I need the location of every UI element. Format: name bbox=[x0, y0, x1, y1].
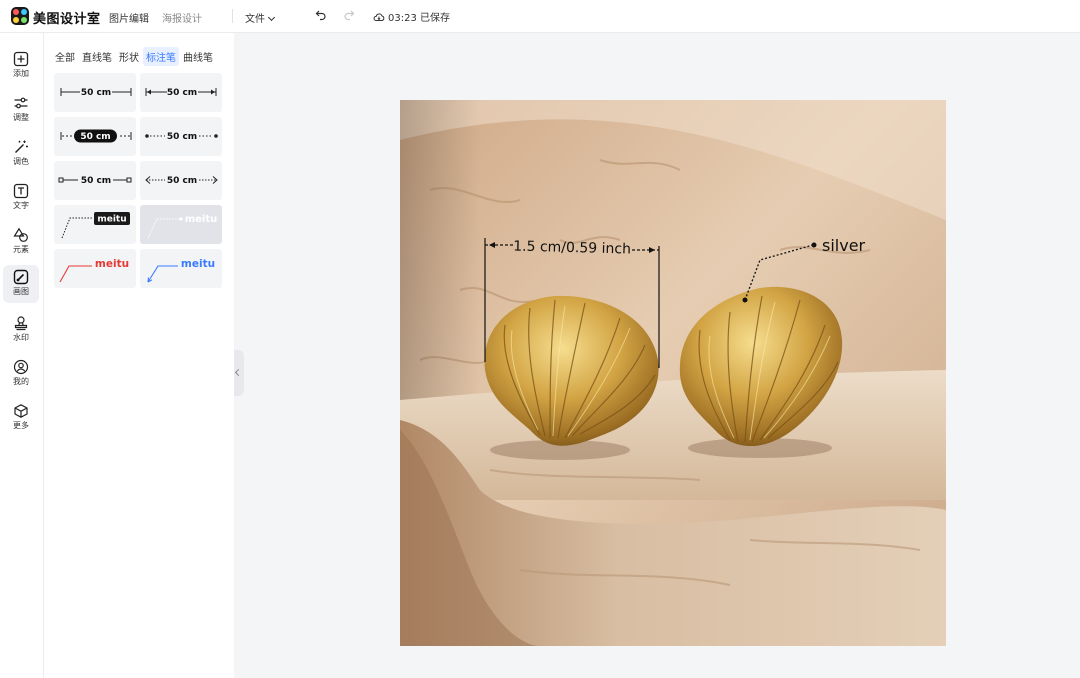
dimension-label: 50 cm bbox=[81, 88, 111, 98]
rail-item-watermark[interactable]: 水印 bbox=[3, 311, 39, 349]
tab-poster-design[interactable]: 海报设计 bbox=[162, 10, 202, 25]
save-status: 03:23 已保存 bbox=[373, 9, 450, 24]
rail-item-more[interactable]: 更多 bbox=[3, 399, 39, 437]
annotation-style-open-arrows[interactable]: 50 cm bbox=[140, 161, 222, 200]
tab-annotation-pen[interactable]: 标注笔 bbox=[143, 47, 179, 66]
material-label: silver bbox=[822, 236, 866, 255]
tab-shape[interactable]: 形状 bbox=[116, 47, 142, 66]
rail-item-label: 文字 bbox=[13, 201, 29, 210]
annotation-style-pill-label[interactable]: 50 cm bbox=[54, 117, 136, 156]
brush-icon bbox=[13, 269, 29, 285]
cloud-icon bbox=[373, 12, 385, 21]
tool-panel: 全部 直线笔 形状 标注笔 曲线笔 50 cm 50 cm 50 cm 50 c… bbox=[44, 33, 234, 678]
rail-item-label: 调色 bbox=[13, 157, 29, 166]
rail-item-label: 水印 bbox=[13, 333, 29, 342]
measure-label: 1.5 cm/0.59 inch bbox=[513, 238, 631, 257]
annotation-style-square-ends[interactable]: 50 cm bbox=[54, 161, 136, 200]
design-artboard[interactable]: 1.5 cm/0.59 inch silver bbox=[400, 100, 946, 646]
rail-item-label: 画图 bbox=[13, 287, 29, 296]
undo-icon[interactable] bbox=[315, 9, 327, 21]
callout-style-blue-arrow[interactable]: meitu bbox=[140, 249, 222, 288]
cube-icon bbox=[14, 404, 28, 418]
tab-image-edit[interactable]: 图片编辑 bbox=[109, 10, 149, 25]
rail-item-elements[interactable]: 元素 bbox=[3, 223, 39, 261]
rail-item-text[interactable]: 文字 bbox=[3, 179, 39, 217]
rail-item-draw[interactable]: 画图 bbox=[3, 265, 39, 303]
stamp-icon bbox=[14, 316, 28, 331]
callout-label: meitu bbox=[185, 214, 218, 225]
callout-label: meitu bbox=[95, 258, 129, 270]
plus-square-icon bbox=[13, 51, 29, 67]
callout-style-dark-tag[interactable]: meitu bbox=[54, 205, 136, 244]
rail-item-label: 元素 bbox=[13, 245, 29, 254]
rail-item-color[interactable]: 调色 bbox=[3, 135, 39, 173]
user-icon bbox=[13, 359, 29, 375]
annotation-style-dotted-ends[interactable]: 50 cm bbox=[140, 117, 222, 156]
product-photo: 1.5 cm/0.59 inch silver bbox=[400, 100, 946, 646]
left-rail: 添加 调整 调色 文字 元素 画图 水印 我的 更多 bbox=[0, 33, 44, 678]
callout-style-white-dotted[interactable]: meitu bbox=[140, 205, 222, 244]
file-menu[interactable]: 文件 bbox=[245, 10, 276, 25]
dimension-label: 50 cm bbox=[167, 176, 197, 186]
sliders-icon bbox=[14, 97, 28, 109]
rail-item-mine[interactable]: 我的 bbox=[3, 355, 39, 393]
magic-wand-icon bbox=[15, 140, 28, 153]
tab-all[interactable]: 全部 bbox=[52, 47, 78, 66]
top-bar: 美图设计室 图片编辑 海报设计 文件 03:23 已保存 bbox=[0, 0, 1080, 33]
rail-item-label: 我的 bbox=[13, 377, 29, 386]
save-status-text: 03:23 已保存 bbox=[388, 13, 450, 24]
rail-item-label: 添加 bbox=[13, 69, 29, 78]
annotation-style-arrow-ends[interactable]: 50 cm bbox=[140, 73, 222, 112]
app-logo-icon bbox=[11, 7, 29, 25]
callout-label: meitu bbox=[181, 258, 215, 270]
tab-curve-pen[interactable]: 曲线笔 bbox=[180, 47, 216, 66]
rail-item-label: 调整 bbox=[13, 113, 29, 122]
rail-item-label: 更多 bbox=[13, 421, 29, 430]
rail-item-adjust[interactable]: 调整 bbox=[3, 91, 39, 129]
redo-icon[interactable] bbox=[343, 9, 355, 21]
canvas-area: 1.5 cm/0.59 inch silver bbox=[234, 33, 1080, 678]
toolbar-divider bbox=[232, 9, 233, 23]
shapes-icon bbox=[13, 227, 28, 242]
text-icon bbox=[13, 183, 29, 199]
annotation-style-bar-ends[interactable]: 50 cm bbox=[54, 73, 136, 112]
dimension-label: 50 cm bbox=[167, 132, 197, 142]
collapse-panel-handle[interactable] bbox=[234, 350, 244, 396]
dimension-label: 50 cm bbox=[81, 176, 111, 186]
dimension-label: 50 cm bbox=[80, 132, 110, 142]
callout-style-red-line[interactable]: meitu bbox=[54, 249, 136, 288]
callout-label: meitu bbox=[97, 215, 126, 225]
file-menu-label: 文件 bbox=[245, 14, 265, 25]
tab-line-pen[interactable]: 直线笔 bbox=[79, 47, 115, 66]
panel-tabs: 全部 直线笔 形状 标注笔 曲线笔 bbox=[52, 47, 217, 66]
chevron-down-icon bbox=[267, 13, 276, 22]
app-title: 美图设计室 bbox=[33, 12, 101, 27]
rail-item-add[interactable]: 添加 bbox=[3, 47, 39, 85]
dimension-label: 50 cm bbox=[167, 88, 197, 98]
